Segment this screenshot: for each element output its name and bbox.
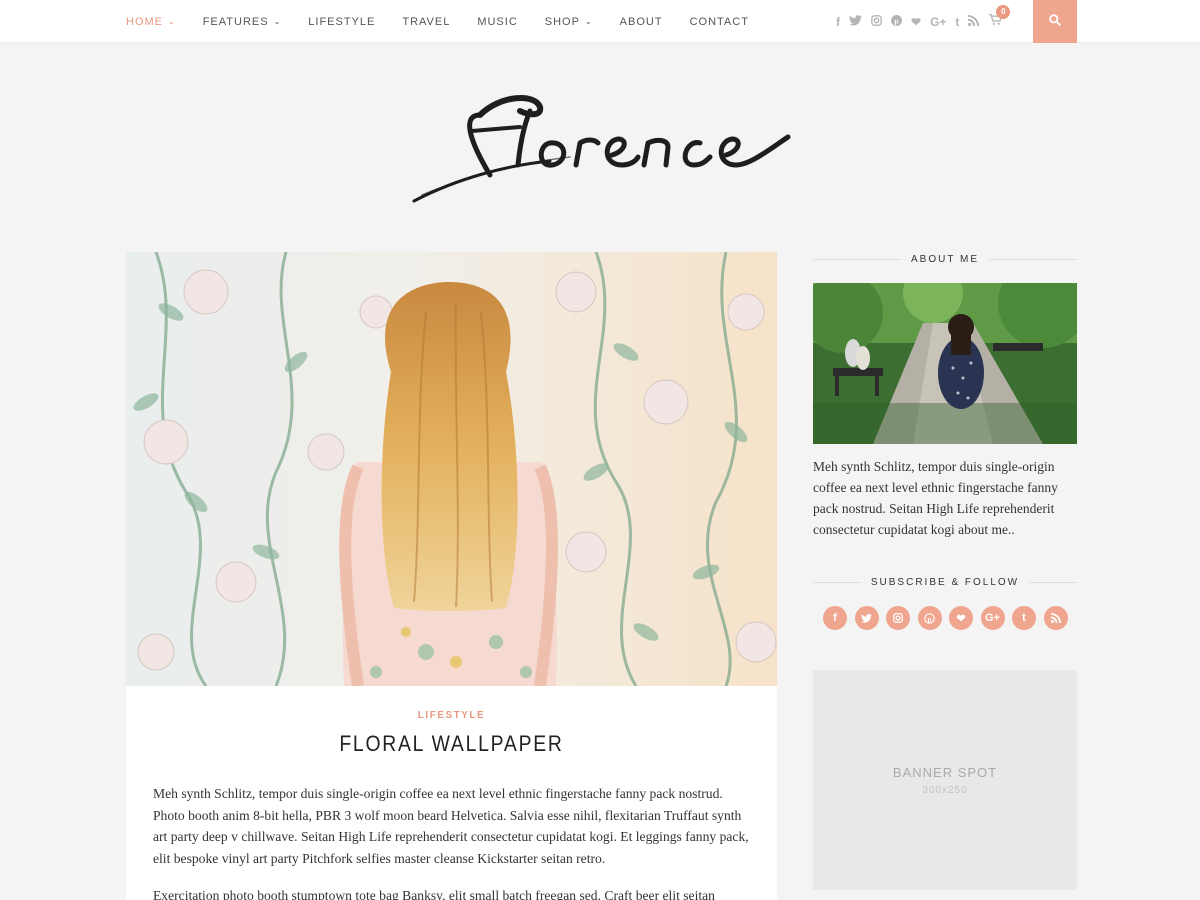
subscribe-widget-title: SUBSCRIBE & FOLLOW bbox=[813, 575, 1077, 589]
nav-item-label: CONTACT bbox=[689, 15, 749, 28]
nav-item-label: LIFESTYLE bbox=[308, 15, 376, 28]
google-plus-icon[interactable]: G+ bbox=[930, 15, 946, 29]
google-plus-icon[interactable]: G+ bbox=[980, 606, 1005, 630]
nav-item-label: HOME bbox=[126, 15, 163, 28]
twitter-icon[interactable] bbox=[849, 14, 862, 29]
site-logo[interactable] bbox=[400, 85, 800, 215]
post-category-link[interactable]: LIFESTYLE bbox=[126, 710, 777, 721]
nav-item-features[interactable]: FEATURES ⌄ bbox=[203, 16, 282, 28]
svg-text:p: p bbox=[928, 615, 932, 623]
rss-icon[interactable] bbox=[968, 14, 980, 29]
banner-label: BANNER SPOT bbox=[892, 764, 998, 780]
instagram-icon[interactable] bbox=[871, 14, 882, 29]
instagram-icon[interactable] bbox=[886, 606, 910, 630]
rss-icon[interactable] bbox=[1043, 606, 1068, 630]
sidebar-social-links: f p ❤ G+ t bbox=[823, 606, 1075, 630]
nav-item-label: SHOP bbox=[544, 15, 580, 28]
nav-item-contact[interactable]: CONTACT bbox=[690, 16, 749, 28]
top-bar: HOME ⌄ FEATURES ⌄ LIFESTYLE TRAVEL MUSIC… bbox=[0, 0, 1200, 43]
divider bbox=[989, 258, 1078, 260]
heart-icon[interactable]: ❤ bbox=[949, 606, 973, 630]
heart-icon[interactable]: ❤ bbox=[911, 15, 921, 29]
nav-item-about[interactable]: ABOUT bbox=[620, 16, 663, 28]
divider bbox=[813, 258, 901, 260]
tumblr-icon[interactable]: t bbox=[1012, 606, 1036, 630]
twitter-icon[interactable] bbox=[854, 606, 879, 630]
banner-ad-spot[interactable]: BANNER SPOT 300x250 bbox=[813, 670, 1077, 890]
post-title[interactable]: FLORAL WALLPAPER bbox=[165, 731, 738, 757]
nav-item-travel[interactable]: TRAVEL bbox=[402, 16, 450, 28]
post-featured-image[interactable] bbox=[126, 252, 777, 686]
post-paragraph: Meh synth Schlitz, tempor duis single-or… bbox=[153, 786, 749, 866]
divider bbox=[813, 581, 861, 583]
facebook-icon[interactable]: f bbox=[823, 606, 847, 630]
nav-item-label: MUSIC bbox=[477, 15, 518, 28]
chevron-down-icon: ⌄ bbox=[168, 17, 176, 26]
post-excerpt: Meh synth Schlitz, tempor duis single-or… bbox=[153, 783, 750, 900]
pinterest-icon[interactable]: p bbox=[891, 14, 902, 29]
tumblr-icon[interactable]: t bbox=[955, 15, 959, 29]
nav-item-home[interactable]: HOME ⌄ bbox=[126, 16, 176, 28]
nav-item-label: FEATURES bbox=[202, 15, 269, 28]
main-nav: HOME ⌄ FEATURES ⌄ LIFESTYLE TRAVEL MUSIC… bbox=[126, 0, 776, 43]
about-me-image bbox=[813, 283, 1077, 444]
svg-text:p: p bbox=[895, 17, 899, 25]
nav-item-shop[interactable]: SHOP ⌄ bbox=[545, 16, 593, 28]
widget-title-text: ABOUT ME bbox=[910, 253, 980, 265]
widget-title-text: SUBSCRIBE & FOLLOW bbox=[870, 576, 1020, 588]
search-icon bbox=[1049, 13, 1061, 31]
header-social-links: f p ❤ G+ t 0 bbox=[836, 0, 1011, 43]
pinterest-icon[interactable]: p bbox=[917, 606, 942, 630]
chevron-down-icon: ⌄ bbox=[273, 17, 282, 26]
about-me-text: Meh synth Schlitz, tempor duis single-or… bbox=[813, 459, 1058, 537]
nav-item-music[interactable]: MUSIC bbox=[477, 16, 517, 28]
cart-count-badge: 0 bbox=[996, 4, 1011, 19]
about-widget-title: ABOUT ME bbox=[813, 252, 1078, 266]
divider bbox=[1029, 581, 1077, 583]
search-button[interactable] bbox=[1033, 0, 1077, 43]
nav-item-lifestyle[interactable]: LIFESTYLE bbox=[308, 16, 375, 28]
post-paragraph: Exercitation photo booth stumptown tote … bbox=[153, 888, 715, 900]
chevron-down-icon: ⌄ bbox=[584, 17, 593, 26]
featured-post: LIFESTYLE FLORAL WALLPAPER Meh synth Sch… bbox=[126, 252, 777, 900]
banner-size: 300x250 bbox=[922, 784, 968, 796]
nav-item-label: ABOUT bbox=[619, 15, 663, 28]
nav-item-label: TRAVEL bbox=[402, 15, 451, 28]
facebook-icon[interactable]: f bbox=[836, 15, 840, 29]
cart-button[interactable]: 0 bbox=[989, 4, 1011, 31]
